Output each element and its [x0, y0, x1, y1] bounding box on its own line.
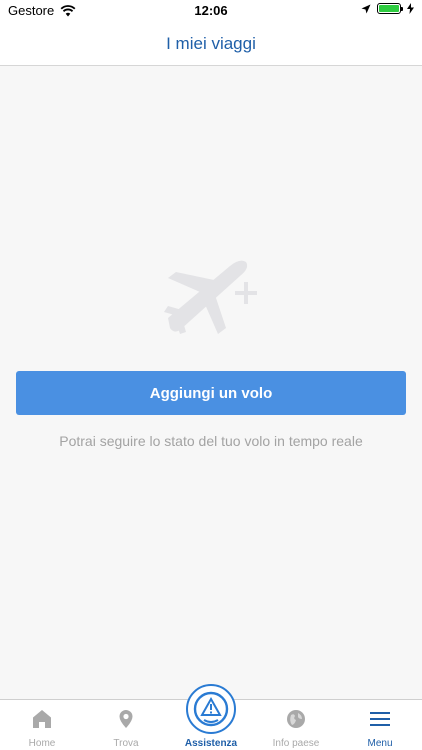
location-arrow-icon: [361, 4, 371, 13]
tab-menu-label: Menu: [367, 738, 393, 749]
assistance-warning-icon: [193, 691, 229, 727]
tab-home[interactable]: Home: [0, 700, 84, 750]
page-title: I miei viaggi: [166, 34, 256, 53]
status-time: 12:06: [194, 3, 228, 18]
tab-assistenza[interactable]: Assistenza: [168, 684, 254, 750]
tab-trova[interactable]: Trova: [84, 700, 168, 750]
hint-text: Potrai seguire lo stato del tuo volo in …: [59, 433, 363, 449]
menu-icon: [370, 712, 390, 726]
assistance-button-circle[interactable]: [186, 684, 236, 734]
tab-assistenza-label: Assistenza: [184, 738, 238, 749]
tab-info-paese-label: Info paese: [272, 738, 320, 749]
status-right: [361, 3, 414, 14]
location-pin-icon: [119, 710, 133, 728]
tab-trova-label: Trova: [113, 738, 139, 749]
battery-level: [379, 5, 399, 12]
globe-icon: [287, 710, 305, 728]
charging-bolt-icon: [407, 3, 414, 14]
status-bar: Gestore 12:06: [0, 0, 422, 22]
add-flight-button[interactable]: Aggiungi un volo: [16, 371, 406, 415]
plane-add-icon: [164, 260, 257, 334]
tab-menu[interactable]: Menu: [338, 700, 422, 750]
navigation-bar: I miei viaggi: [0, 22, 422, 66]
tab-home-label: Home: [28, 738, 56, 749]
home-icon: [33, 710, 51, 728]
tab-bar: Home Trova Assistenza Info paese Menu: [0, 684, 422, 750]
tab-info-paese[interactable]: Info paese: [254, 700, 338, 750]
battery-icon: [377, 3, 403, 14]
